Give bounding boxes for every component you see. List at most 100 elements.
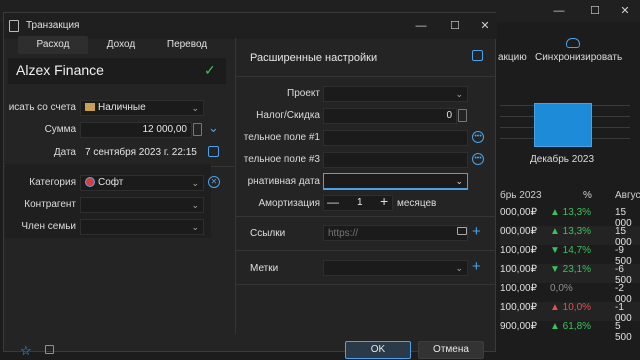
table-row[interactable]: 100,00₽ ▼ 14,7% -9 500 xyxy=(500,245,640,267)
table-cell-percent: ▼ 14,7% xyxy=(550,245,592,256)
table-cell-percent: ▼ 23,1% xyxy=(550,264,592,275)
wallet-icon xyxy=(85,103,95,112)
tab-transfer[interactable]: Перевод xyxy=(152,36,222,54)
main-minimize-button[interactable]: — xyxy=(544,3,574,19)
sync-button[interactable]: Синхронизировать xyxy=(535,52,622,63)
transaction-name-field[interactable]: Alzex Finance xyxy=(8,58,226,84)
toolbar-label-transaction[interactable]: акцию xyxy=(498,52,527,63)
tax-label: Налог/Скидка xyxy=(256,110,320,121)
main-close-button[interactable]: ✕ xyxy=(610,3,640,19)
table-cell-amount: 100,00₽ xyxy=(500,245,537,256)
chevron-down-icon[interactable]: ⌄ xyxy=(208,120,219,136)
table-row[interactable]: 100,00₽ 0,0% -2 000 xyxy=(500,283,640,305)
chevron-down-icon: ⌄ xyxy=(455,89,463,99)
amortization-label: Амортизация xyxy=(258,198,321,209)
dialog-maximize-button[interactable]: ☐ xyxy=(448,19,462,33)
alt-date-label: рнативная дата xyxy=(247,176,320,187)
category-label: Категория xyxy=(29,177,76,188)
family-member-label: Член семьи xyxy=(21,221,76,232)
table-header-percent[interactable]: % xyxy=(583,190,592,201)
amortization-unit: месяцев xyxy=(397,198,437,209)
chart-bar[interactable] xyxy=(534,103,592,147)
category-value: Софт xyxy=(98,177,124,188)
chart-x-label: Декабрь 2023 xyxy=(530,154,595,165)
table-header-august[interactable]: Авгус xyxy=(615,190,640,201)
table-cell-next: 5 500 xyxy=(615,321,632,343)
table-cell-amount: 100,00₽ xyxy=(500,264,537,275)
dialog-minimize-button[interactable]: — xyxy=(414,19,428,33)
panel-toggle-icon[interactable] xyxy=(472,50,483,61)
alt-date-input[interactable]: ⌄ xyxy=(323,173,468,190)
more-icon[interactable]: ••• xyxy=(472,153,484,165)
from-account-value: Наличные xyxy=(98,102,146,113)
chevron-down-icon: ⌄ xyxy=(191,200,199,210)
tab-expense[interactable]: Расход xyxy=(18,36,88,54)
minus-icon[interactable]: — xyxy=(327,195,339,209)
table-cell-amount: 000,00₽ xyxy=(500,226,537,237)
advanced-settings-title: Расширенные настройки xyxy=(250,52,378,64)
table-cell-amount: 100,00₽ xyxy=(500,283,537,294)
table-cell-amount: 900,00₽ xyxy=(500,321,537,332)
table-cell-amount: 100,00₽ xyxy=(500,302,537,313)
transaction-name: Alzex Finance xyxy=(16,62,104,78)
chevron-down-icon: ⌄ xyxy=(191,103,199,113)
links-input[interactable] xyxy=(323,225,468,241)
dialog-close-button[interactable]: ✕ xyxy=(478,19,492,33)
table-cell-amount: 000,00₽ xyxy=(500,207,537,218)
from-account-label: исать со счета xyxy=(8,102,76,113)
table-row[interactable]: 100,00₽ ▲ 10,0% -1 000 xyxy=(500,302,640,324)
table-row[interactable]: 000,00₽ ▲ 13,3% 15 000 xyxy=(500,207,640,229)
table-cell-percent: ▲ 61,8% xyxy=(550,321,592,332)
transaction-type-tabs: Расход Доход Перевод xyxy=(8,36,234,56)
table-cell-percent: ▲ 13,3% xyxy=(550,207,592,218)
from-account-select[interactable]: Наличные ⌄ xyxy=(80,100,204,116)
table-row[interactable]: 000,00₽ ▲ 13,3% 15 000 xyxy=(500,226,640,248)
plus-icon[interactable]: + xyxy=(380,194,388,208)
check-icon[interactable]: ✓ xyxy=(204,62,216,79)
table-header-month[interactable]: брь 2023 xyxy=(500,190,542,201)
amortization-value: 1 xyxy=(357,197,363,208)
counterparty-label: Контрагент xyxy=(24,199,76,210)
custom-field-1-input[interactable] xyxy=(323,130,468,146)
amount-input[interactable]: 12 000,00 xyxy=(80,122,192,138)
table-cell-percent: 0,0% xyxy=(550,283,573,294)
category-icon xyxy=(85,177,95,188)
clear-icon[interactable]: ✕ xyxy=(208,176,220,188)
custom-field-3-input[interactable] xyxy=(323,152,468,168)
custom-field-1-label: тельное поле #1 xyxy=(243,132,320,143)
tab-income[interactable]: Доход xyxy=(86,36,156,54)
divider xyxy=(236,250,496,251)
calculator-icon[interactable] xyxy=(458,109,467,122)
cancel-button[interactable]: Отмена xyxy=(418,341,484,359)
add-tag-icon[interactable]: + xyxy=(472,259,481,274)
more-icon[interactable]: ••• xyxy=(472,131,484,143)
table-cell-percent: ▲ 13,3% xyxy=(550,226,592,237)
custom-field-3-label: тельное поле #3 xyxy=(243,154,320,165)
tags-label: Метки xyxy=(250,263,279,274)
tags-select[interactable]: ⌄ xyxy=(323,260,468,276)
chevron-down-icon: ⌄ xyxy=(191,178,199,188)
table-row[interactable]: 900,00₽ ▲ 61,8% 5 500 xyxy=(500,321,640,343)
main-maximize-button[interactable]: ☐ xyxy=(580,3,610,19)
lock-icon[interactable] xyxy=(45,345,54,354)
tax-input[interactable]: 0 xyxy=(323,108,457,124)
category-select[interactable]: Софт ⌄ xyxy=(80,175,204,191)
family-member-select[interactable]: ⌄ xyxy=(80,219,204,235)
calculator-icon[interactable] xyxy=(193,123,202,136)
amount-label: Сумма xyxy=(44,124,76,135)
calendar-icon[interactable] xyxy=(208,146,219,157)
project-select[interactable]: ⌄ xyxy=(323,86,468,102)
chevron-down-icon: ⌄ xyxy=(191,222,199,232)
links-label: Ссылки xyxy=(250,228,286,239)
star-icon[interactable]: ☆ xyxy=(20,343,32,359)
folder-icon[interactable] xyxy=(457,227,467,235)
add-link-icon[interactable]: + xyxy=(472,224,481,239)
counterparty-select[interactable]: ⌄ xyxy=(80,197,204,213)
document-icon xyxy=(9,20,19,32)
date-input[interactable]: 7 сентября 2023 г. 22:15 xyxy=(80,145,204,161)
table-row[interactable]: 100,00₽ ▼ 23,1% -6 500 xyxy=(500,264,640,286)
amortization-stepper[interactable]: — 1 + xyxy=(323,194,393,211)
date-label: Дата xyxy=(53,147,76,158)
ok-button[interactable]: OK xyxy=(345,341,411,359)
divider xyxy=(236,216,496,217)
